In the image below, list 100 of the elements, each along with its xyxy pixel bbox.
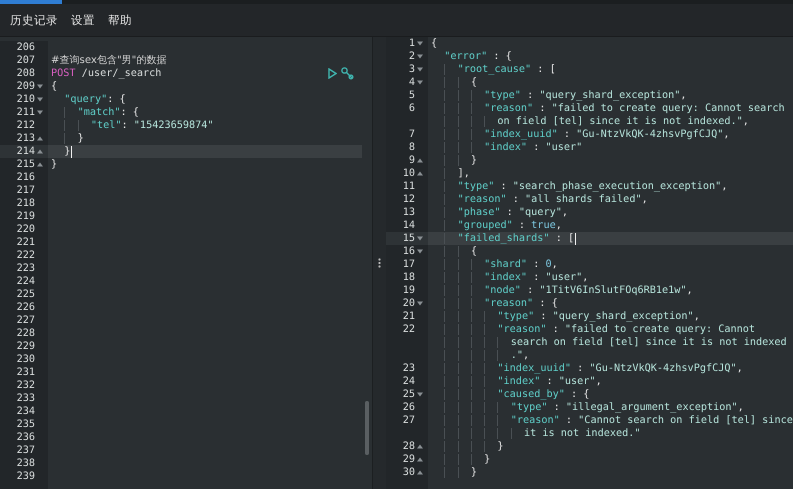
line-number: 218 <box>16 198 35 209</box>
collapse-arrow-icon[interactable] <box>416 236 422 241</box>
wrench-icon[interactable] <box>341 67 354 80</box>
line-number: 6 <box>408 103 415 114</box>
line-number: 225 <box>16 289 35 300</box>
collapse-arrow-icon[interactable] <box>416 67 422 72</box>
line-number: 10 <box>402 168 415 179</box>
code-line: #查询sex包含"男"的数据 <box>50 54 166 67</box>
line-number: 12 <box>402 194 415 205</box>
line-number: 29 <box>402 454 415 465</box>
collapse-arrow-icon[interactable] <box>36 97 42 102</box>
line-number: 226 <box>16 302 35 313</box>
expand-arrow-icon[interactable] <box>416 158 422 163</box>
expand-arrow-icon[interactable] <box>416 171 422 176</box>
collapse-arrow-icon[interactable] <box>36 84 42 89</box>
line-number: 27 <box>402 415 415 426</box>
line-number: 237 <box>16 445 35 456</box>
line-number: 233 <box>16 393 35 404</box>
code-line: it is not indexed." <box>428 427 641 440</box>
expand-arrow-icon[interactable] <box>36 136 42 141</box>
code-line: { <box>50 80 58 93</box>
code-line: { <box>428 76 477 89</box>
line-number: 21 <box>402 311 415 322</box>
code-line: "index_uuid" : "Gu-NtzVkQK-4zhsvPgfCJQ", <box>428 128 730 141</box>
code-line: POST /user/_search <box>50 67 162 80</box>
line-number: 221 <box>16 237 35 248</box>
line-number: 211 <box>16 107 35 118</box>
collapse-arrow-icon[interactable] <box>416 80 422 85</box>
code-line: "type" : "query_shard_exception", <box>428 89 687 102</box>
line-number: 28 <box>402 441 415 452</box>
menu-item[interactable]: 设置 <box>71 12 95 28</box>
line-number: 24 <box>402 376 415 387</box>
line-number: 206 <box>16 42 35 53</box>
line-number: 25 <box>402 389 415 400</box>
code-line: "reason" : "Cannot search on field [tel] since <box>428 414 793 427</box>
line-number: 209 <box>16 81 35 92</box>
collapse-arrow-icon[interactable] <box>416 301 422 306</box>
line-number: 7 <box>408 129 415 140</box>
expand-arrow-icon[interactable] <box>36 149 42 154</box>
code-line: } <box>428 154 477 167</box>
line-number: 228 <box>16 328 35 339</box>
code-line: } <box>50 158 58 171</box>
code-line: } <box>48 132 84 145</box>
code-line: "index_uuid" : "Gu-NtzVkQK-4zhsvPgfCJQ", <box>428 362 743 375</box>
code-line: "index" : "user" <box>428 141 582 154</box>
line-number: 232 <box>16 380 35 391</box>
collapse-arrow-icon[interactable] <box>416 54 422 59</box>
code-line: "index" : "user", <box>428 271 588 284</box>
code-line: } <box>428 440 504 453</box>
code-line: "shard" : 0, <box>428 258 558 271</box>
code-line: .", <box>428 349 530 362</box>
code-line: "root_cause" : [ <box>428 63 556 76</box>
code-line: "grouped" : true, <box>428 219 562 232</box>
line-number: 234 <box>16 406 35 417</box>
line-number: 216 <box>16 172 35 183</box>
code-line: "error" : { <box>443 50 512 63</box>
expand-arrow-icon[interactable] <box>416 444 422 449</box>
code-line: { <box>428 245 477 258</box>
code-line: search on field [tel] since it is not indexed <box>428 336 787 349</box>
collapse-arrow-icon[interactable] <box>416 41 422 46</box>
code-line: "index" : "user", <box>428 375 602 388</box>
line-number: 15 <box>402 233 415 244</box>
menu-item[interactable]: 帮助 <box>108 12 132 28</box>
line-number: 224 <box>16 276 35 287</box>
line-number: 4 <box>408 77 415 88</box>
line-number: 236 <box>16 432 35 443</box>
menu-item[interactable]: 历史记录 <box>10 12 58 28</box>
scrollbar-thumb[interactable] <box>365 401 369 455</box>
code-line: "query": { <box>63 93 126 106</box>
code-line: } <box>428 453 490 466</box>
run-icon[interactable] <box>328 68 337 79</box>
code-line: "reason" : "failed to create query: Cannot search <box>428 102 785 115</box>
code-line: "type" : "illegal_argument_exception", <box>428 401 744 414</box>
line-number: 208 <box>16 68 35 79</box>
code-line: } <box>63 145 70 158</box>
expand-arrow-icon[interactable] <box>416 470 422 475</box>
line-number: 17 <box>402 259 415 270</box>
line-number: 217 <box>16 185 35 196</box>
line-number: 30 <box>402 467 415 478</box>
text-cursor <box>71 146 72 158</box>
expand-arrow-icon[interactable] <box>416 457 422 462</box>
line-number: 20 <box>402 298 415 309</box>
line-number: 222 <box>16 250 35 261</box>
line-number: 220 <box>16 224 35 235</box>
line-number: 230 <box>16 354 35 365</box>
line-number: 16 <box>402 246 415 257</box>
code-line: "tel": "15423659874" <box>48 119 214 132</box>
line-number: 14 <box>402 220 415 231</box>
active-tab-indicator <box>0 0 62 4</box>
expand-arrow-icon[interactable] <box>36 162 42 167</box>
line-number: 215 <box>16 159 35 170</box>
line-number: 11 <box>402 181 415 192</box>
collapse-arrow-icon[interactable] <box>416 249 422 254</box>
line-number: 219 <box>16 211 35 222</box>
code-line: "reason" : "all shards failed", <box>428 193 648 206</box>
line-number: 18 <box>402 272 415 283</box>
collapse-arrow-icon[interactable] <box>416 392 422 397</box>
drag-handle-icon[interactable] <box>378 258 381 268</box>
collapse-arrow-icon[interactable] <box>36 110 42 115</box>
line-number: 239 <box>16 471 35 482</box>
